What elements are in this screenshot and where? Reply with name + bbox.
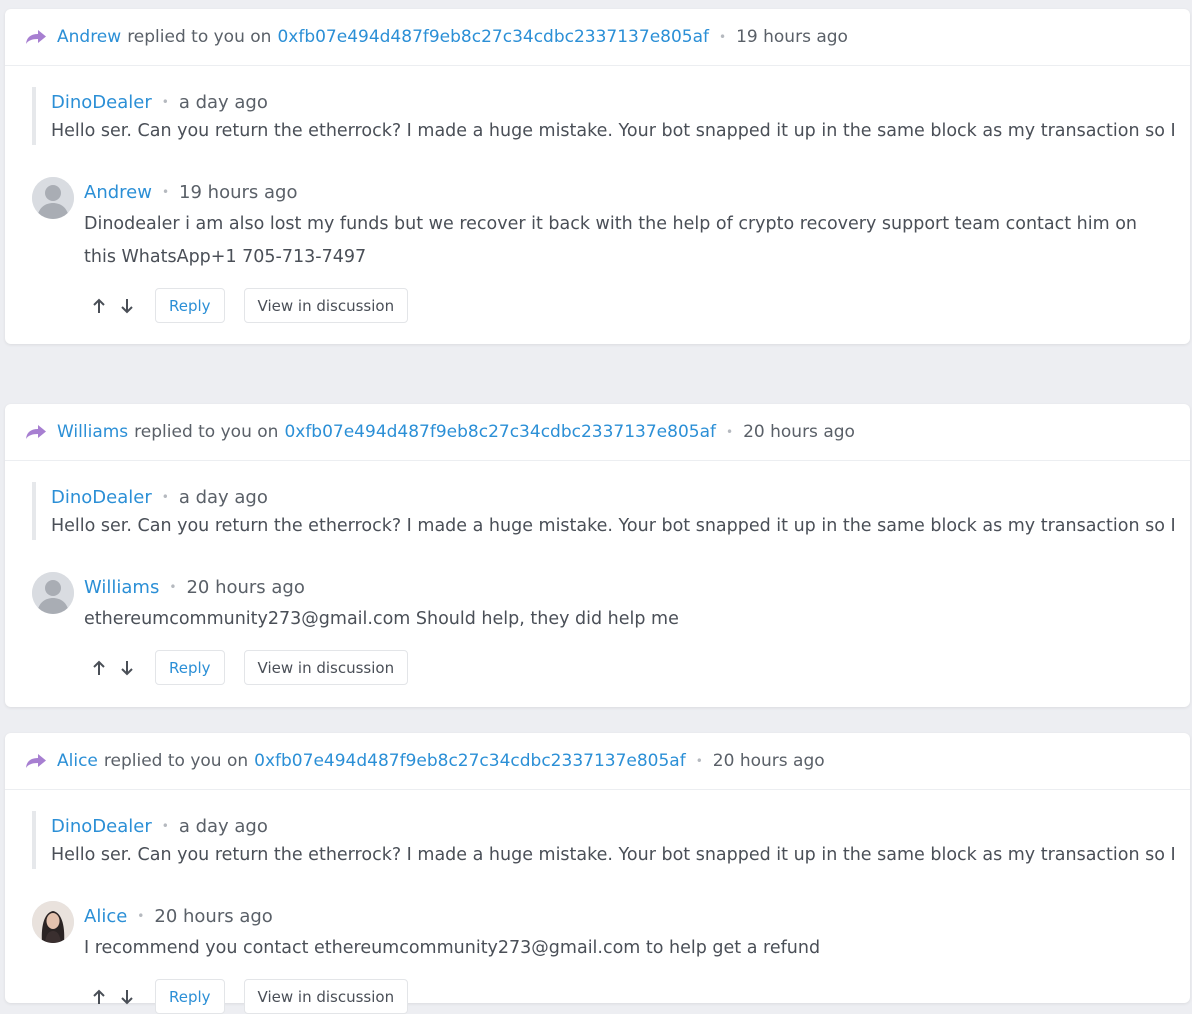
quoted-author-link[interactable]: DinoDealer bbox=[51, 816, 152, 837]
notification-action-text: replied to you on bbox=[103, 751, 249, 771]
reply-author-link[interactable]: Andrew bbox=[84, 182, 152, 203]
notification-author-link[interactable]: Alice bbox=[57, 751, 98, 771]
quoted-time: a day ago bbox=[178, 815, 268, 837]
reply-time: 20 hours ago bbox=[154, 905, 273, 927]
reply-text: ethereumcommunity273@gmail.com Should he… bbox=[84, 609, 679, 629]
notification-action-text: replied to you on bbox=[134, 422, 279, 442]
notification-author-link[interactable]: Williams bbox=[57, 422, 128, 442]
separator-dot: • bbox=[719, 30, 727, 44]
quoted-text: Hello ser. Can you return the etherrock?… bbox=[51, 121, 1180, 141]
quoted-time: a day ago bbox=[178, 91, 268, 113]
quoted-time: a day ago bbox=[178, 486, 268, 508]
comment-actions: Reply View in discussion bbox=[85, 979, 409, 1014]
reply-author-link[interactable]: Williams bbox=[84, 577, 159, 598]
notification-target-link[interactable]: 0xfb07e494d487f9eb8c27c34cdbc2337137e805… bbox=[254, 751, 686, 771]
notification-author-link[interactable]: Andrew bbox=[57, 27, 121, 47]
reply-button[interactable]: Reply bbox=[155, 288, 225, 323]
reply-button[interactable]: Reply bbox=[155, 650, 225, 685]
quoted-text: Hello ser. Can you return the etherrock?… bbox=[51, 516, 1180, 536]
notification-target-link[interactable]: 0xfb07e494d487f9eb8c27c34cdbc2337137e805… bbox=[277, 27, 709, 47]
reply-arrow-icon bbox=[25, 27, 49, 47]
photo-avatar[interactable] bbox=[32, 901, 74, 943]
reply-author-link[interactable]: Alice bbox=[84, 906, 127, 927]
separator-dot: • bbox=[137, 909, 145, 923]
quoted-text: Hello ser. Can you return the etherrock?… bbox=[51, 845, 1180, 865]
separator-dot: • bbox=[161, 490, 169, 504]
quoted-comment: DinoDealer • a day ago Hello ser. Can yo… bbox=[32, 811, 1180, 869]
separator-dot: • bbox=[161, 185, 170, 199]
separator-dot: • bbox=[695, 754, 703, 768]
downvote-arrow-icon[interactable] bbox=[113, 657, 141, 679]
view-in-discussion-button[interactable]: View in discussion bbox=[243, 979, 409, 1014]
quoted-comment: DinoDealer • a day ago Hello ser. Can yo… bbox=[32, 87, 1180, 145]
upvote-arrow-icon[interactable] bbox=[85, 295, 113, 317]
separator-dot: • bbox=[161, 95, 169, 109]
quoted-author-link[interactable]: DinoDealer bbox=[51, 487, 152, 508]
comment-actions: Reply View in discussion bbox=[85, 288, 409, 323]
reply-comment: Alice • 20 hours ago I recommend you con… bbox=[32, 901, 1160, 965]
notification-header: Williams replied to you on 0xfb07e494d48… bbox=[5, 404, 1190, 461]
separator-dot: • bbox=[726, 425, 734, 439]
notification-time: 19 hours ago bbox=[736, 27, 848, 47]
notification-time: 20 hours ago bbox=[712, 751, 825, 771]
notification-target-link[interactable]: 0xfb07e494d487f9eb8c27c34cdbc2337137e805… bbox=[284, 422, 716, 442]
reply-button[interactable]: Reply bbox=[155, 979, 225, 1014]
default-avatar-icon[interactable] bbox=[32, 177, 74, 219]
notification-action-text: replied to you on bbox=[127, 27, 272, 47]
notification-time: 20 hours ago bbox=[743, 422, 855, 442]
upvote-arrow-icon[interactable] bbox=[85, 657, 113, 679]
reply-comment: Williams • 20 hours ago ethereumcommunit… bbox=[32, 572, 1160, 636]
downvote-arrow-icon[interactable] bbox=[113, 986, 141, 1008]
separator-dot: • bbox=[169, 580, 177, 594]
reply-text: Dinodealer i am also lost my funds but w… bbox=[84, 214, 1138, 267]
default-avatar-icon[interactable] bbox=[32, 572, 74, 614]
notification-header: Alice replied to you on 0xfb07e494d487f9… bbox=[5, 733, 1190, 790]
reply-time: 19 hours ago bbox=[179, 181, 298, 203]
reply-time: 20 hours ago bbox=[186, 576, 305, 598]
notification-card: Andrew replied to you on 0xfb07e494d487f… bbox=[5, 9, 1190, 344]
notification-card: Williams replied to you on 0xfb07e494d48… bbox=[5, 404, 1190, 707]
comment-actions: Reply View in discussion bbox=[85, 650, 409, 685]
notification-card: Alice replied to you on 0xfb07e494d487f9… bbox=[5, 733, 1190, 1014]
reply-comment: Andrew • 19 hours ago Dinodealer i am al… bbox=[32, 177, 1160, 274]
downvote-arrow-icon[interactable] bbox=[113, 295, 141, 317]
notification-header: Andrew replied to you on 0xfb07e494d487f… bbox=[5, 9, 1190, 66]
reply-arrow-icon bbox=[25, 751, 49, 771]
quoted-author-link[interactable]: DinoDealer bbox=[51, 92, 152, 113]
quoted-comment: DinoDealer • a day ago Hello ser. Can yo… bbox=[32, 482, 1180, 540]
upvote-arrow-icon[interactable] bbox=[85, 986, 113, 1008]
view-in-discussion-button[interactable]: View in discussion bbox=[243, 650, 409, 685]
reply-text: I recommend you contact ethereumcommunit… bbox=[84, 938, 821, 958]
separator-dot: • bbox=[161, 819, 169, 833]
view-in-discussion-button[interactable]: View in discussion bbox=[243, 288, 409, 323]
reply-arrow-icon bbox=[25, 422, 49, 442]
